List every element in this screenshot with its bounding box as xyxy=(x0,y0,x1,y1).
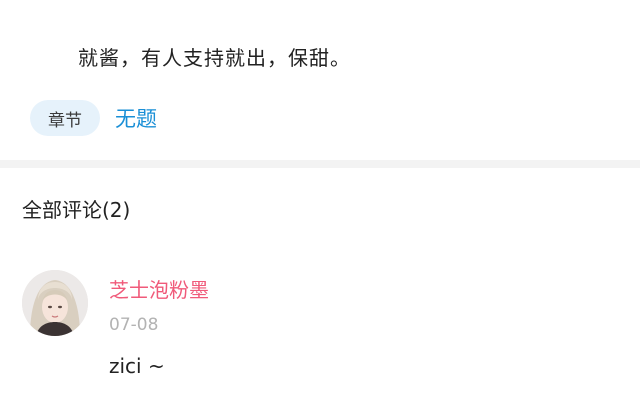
chapter-tag[interactable]: 章节 xyxy=(30,100,100,136)
chapter-row: 章节 无题 xyxy=(30,100,157,136)
section-divider xyxy=(0,160,640,168)
post-detail-page: 就酱，有人支持就出，保甜。 章节 无题 全部评论(2) 芝士泡粉墨 07-08 … xyxy=(0,0,640,400)
avatar-image xyxy=(22,270,88,336)
post-body-text: 就酱，有人支持就出，保甜。 xyxy=(78,46,351,70)
comments-header: 全部评论(2) xyxy=(22,198,131,222)
comment-text: zici ~ xyxy=(109,354,165,378)
chapter-link[interactable]: 无题 xyxy=(115,103,157,133)
avatar[interactable] xyxy=(22,270,88,336)
comment-username[interactable]: 芝士泡粉墨 xyxy=(109,274,209,303)
comment-date: 07-08 xyxy=(109,315,159,335)
